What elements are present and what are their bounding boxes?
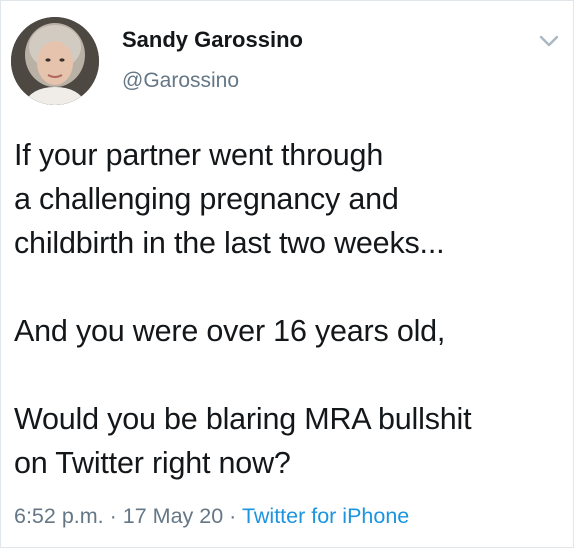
tweet-paragraph: Would you be blaring MRA bullshit on Twi…: [14, 397, 569, 485]
tweet-line: And you were over 16 years old,: [14, 314, 446, 348]
user-handle[interactable]: @Garossino: [122, 68, 239, 94]
avatar[interactable]: [11, 17, 99, 105]
tweet-time[interactable]: 6:52 p.m.: [14, 504, 104, 528]
tweet-meta: 6:52 p.m. · 17 May 20 · Twitter for iPho…: [14, 502, 409, 530]
display-name[interactable]: Sandy Garossino: [122, 27, 303, 53]
tweet-line: on Twitter right now?: [14, 446, 291, 480]
avatar-photo: [11, 17, 99, 105]
tweet-line: If your partner went through: [14, 138, 384, 172]
meta-separator: ·: [229, 504, 237, 528]
tweet-line: Would you be blaring MRA bullshit: [14, 402, 472, 436]
chevron-down-icon[interactable]: [537, 31, 561, 51]
tweet-card: Sandy Garossino @Garossino If your partn…: [0, 0, 574, 548]
tweet-paragraph: If your partner went through a challengi…: [14, 133, 569, 265]
tweet-line: childbirth in the last two weeks...: [14, 226, 445, 260]
tweet-paragraph: And you were over 16 years old,: [14, 309, 569, 353]
tweet-line: a challenging pregnancy and: [14, 182, 399, 216]
tweet-source-link[interactable]: Twitter for iPhone: [242, 504, 409, 528]
meta-separator: ·: [109, 504, 117, 528]
tweet-text: If your partner went through a challengi…: [14, 133, 569, 485]
tweet-date[interactable]: 17 May 20: [123, 504, 223, 528]
